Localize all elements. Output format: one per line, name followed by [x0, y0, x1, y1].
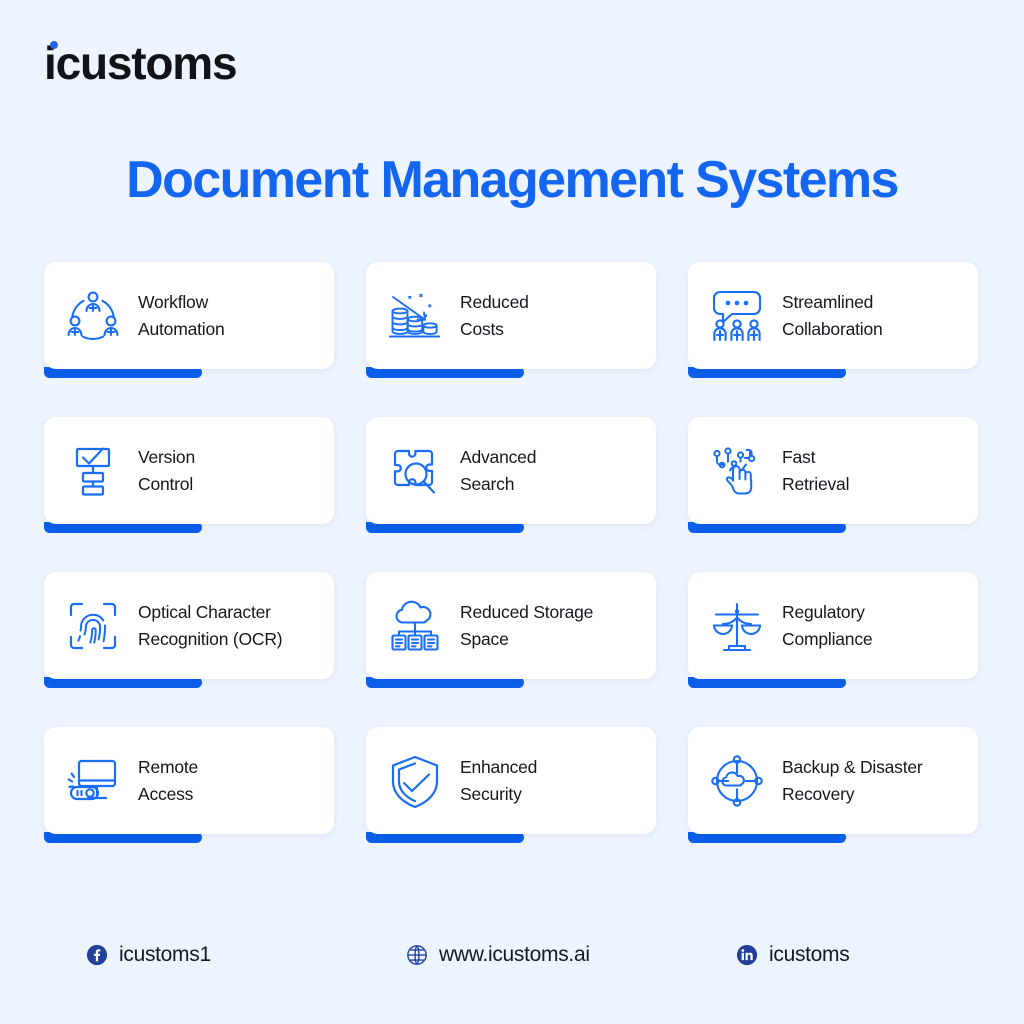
card-label-line2: Costs	[460, 318, 504, 339]
feature-card[interactable]: Streamlined Collaboration	[688, 262, 978, 378]
card-label-line1: Fast	[782, 446, 816, 467]
feature-card[interactable]: Optical Character Recognition (OCR)	[44, 572, 334, 688]
feature-card[interactable]: Advanced Search	[366, 417, 656, 533]
card-accent-bar	[688, 677, 846, 688]
card-accent-bar	[44, 832, 202, 843]
card-label: Regulatory Compliance	[782, 599, 873, 652]
card-label: Reduced Costs	[460, 289, 529, 342]
remote-access-icon	[62, 750, 124, 812]
footer-linkedin[interactable]: icustoms	[736, 943, 938, 967]
card-label-line2: Search	[460, 473, 515, 494]
card-label-line1: Regulatory	[782, 601, 865, 622]
card-label-line1: Enhanced	[460, 756, 538, 777]
feature-card[interactable]: Remote Access	[44, 727, 334, 843]
card-accent-bar	[366, 677, 524, 688]
facebook-icon	[86, 944, 108, 966]
card-label-line1: Remote	[138, 756, 199, 777]
advanced-search-icon	[384, 440, 446, 502]
feature-card[interactable]: Reduced Costs	[366, 262, 656, 378]
streamlined-collaboration-icon	[706, 285, 768, 347]
card-label: Backup & Disaster Recovery	[782, 754, 923, 807]
feature-card[interactable]: Fast Retrieval	[688, 417, 978, 533]
card-label-line1: Workflow	[138, 291, 209, 312]
card-label: Remote Access	[138, 754, 198, 807]
feature-card[interactable]: Regulatory Compliance	[688, 572, 978, 688]
card-label-line1: Reduced	[460, 291, 529, 312]
card-label-line2: Compliance	[782, 628, 873, 649]
card-label: Optical Character Recognition (OCR)	[138, 599, 283, 652]
fingerprint-ocr-icon	[62, 595, 124, 657]
card-label-line1: Advanced	[460, 446, 537, 467]
footer-website-text: www.icustoms.ai	[439, 943, 590, 966]
card-accent-bar	[44, 367, 202, 378]
footer-website[interactable]: www.icustoms.ai	[406, 943, 736, 967]
card-label-line2: Collaboration	[782, 318, 883, 339]
card-label-line1: Backup & Disaster	[782, 756, 923, 777]
card-label-line2: Control	[138, 473, 194, 494]
card-label-line1: Optical Character	[138, 601, 271, 622]
card-label: Advanced Search	[460, 444, 536, 497]
brand-logo: icustoms	[44, 37, 238, 89]
card-label-line2: Space	[460, 628, 509, 649]
card-label-line1: Version	[138, 446, 195, 467]
linkedin-icon	[736, 944, 758, 966]
cloud-storage-icon	[384, 595, 446, 657]
card-label-line2: Retrieval	[782, 473, 850, 494]
globe-icon	[407, 945, 427, 965]
card-accent-bar	[366, 832, 524, 843]
card-label: Version Control	[138, 444, 195, 497]
card-label-line1: Reduced Storage	[460, 601, 594, 622]
page-title: Document Management Systems	[126, 151, 899, 209]
card-label-line2: Recognition (OCR)	[138, 628, 283, 649]
card-accent-bar	[688, 832, 846, 843]
version-control-icon	[62, 440, 124, 502]
logo-dot-icon	[50, 41, 58, 49]
card-label-line2: Automation	[138, 318, 225, 339]
fast-retrieval-icon	[706, 440, 768, 502]
footer: icustoms1 www.icustoms.ai icustoms	[0, 943, 1024, 967]
footer-linkedin-text: icustoms	[769, 943, 850, 966]
card-accent-bar	[366, 367, 524, 378]
feature-card-grid: Workflow Automation Reduced Costs Stream…	[44, 262, 980, 843]
card-label-line2: Recovery	[782, 783, 855, 804]
footer-facebook[interactable]: icustoms1	[86, 943, 406, 967]
feature-card[interactable]: Enhanced Security	[366, 727, 656, 843]
enhanced-security-icon	[384, 750, 446, 812]
reduced-costs-icon	[384, 285, 446, 347]
card-accent-bar	[366, 522, 524, 533]
footer-facebook-text: icustoms1	[119, 943, 211, 966]
card-label-line2: Access	[138, 783, 194, 804]
infographic-page: icustoms Document Management Systems Wor…	[0, 0, 1024, 1024]
feature-card[interactable]: Version Control	[44, 417, 334, 533]
card-label: Streamlined Collaboration	[782, 289, 883, 342]
card-label: Fast Retrieval	[782, 444, 849, 497]
card-label: Reduced Storage Space	[460, 599, 593, 652]
feature-card[interactable]: Backup & Disaster Recovery	[688, 727, 978, 843]
card-accent-bar	[688, 522, 846, 533]
backup-recovery-icon	[706, 750, 768, 812]
card-accent-bar	[44, 677, 202, 688]
logo-text: icustoms	[44, 37, 238, 89]
feature-card[interactable]: Reduced Storage Space	[366, 572, 656, 688]
card-label-line1: Streamlined	[782, 291, 874, 312]
regulatory-compliance-icon	[706, 595, 768, 657]
card-label: Workflow Automation	[138, 289, 225, 342]
card-label-line2: Security	[460, 783, 522, 804]
feature-card[interactable]: Workflow Automation	[44, 262, 334, 378]
workflow-automation-icon	[62, 285, 124, 347]
card-label: Enhanced Security	[460, 754, 537, 807]
card-accent-bar	[44, 522, 202, 533]
card-accent-bar	[688, 367, 846, 378]
